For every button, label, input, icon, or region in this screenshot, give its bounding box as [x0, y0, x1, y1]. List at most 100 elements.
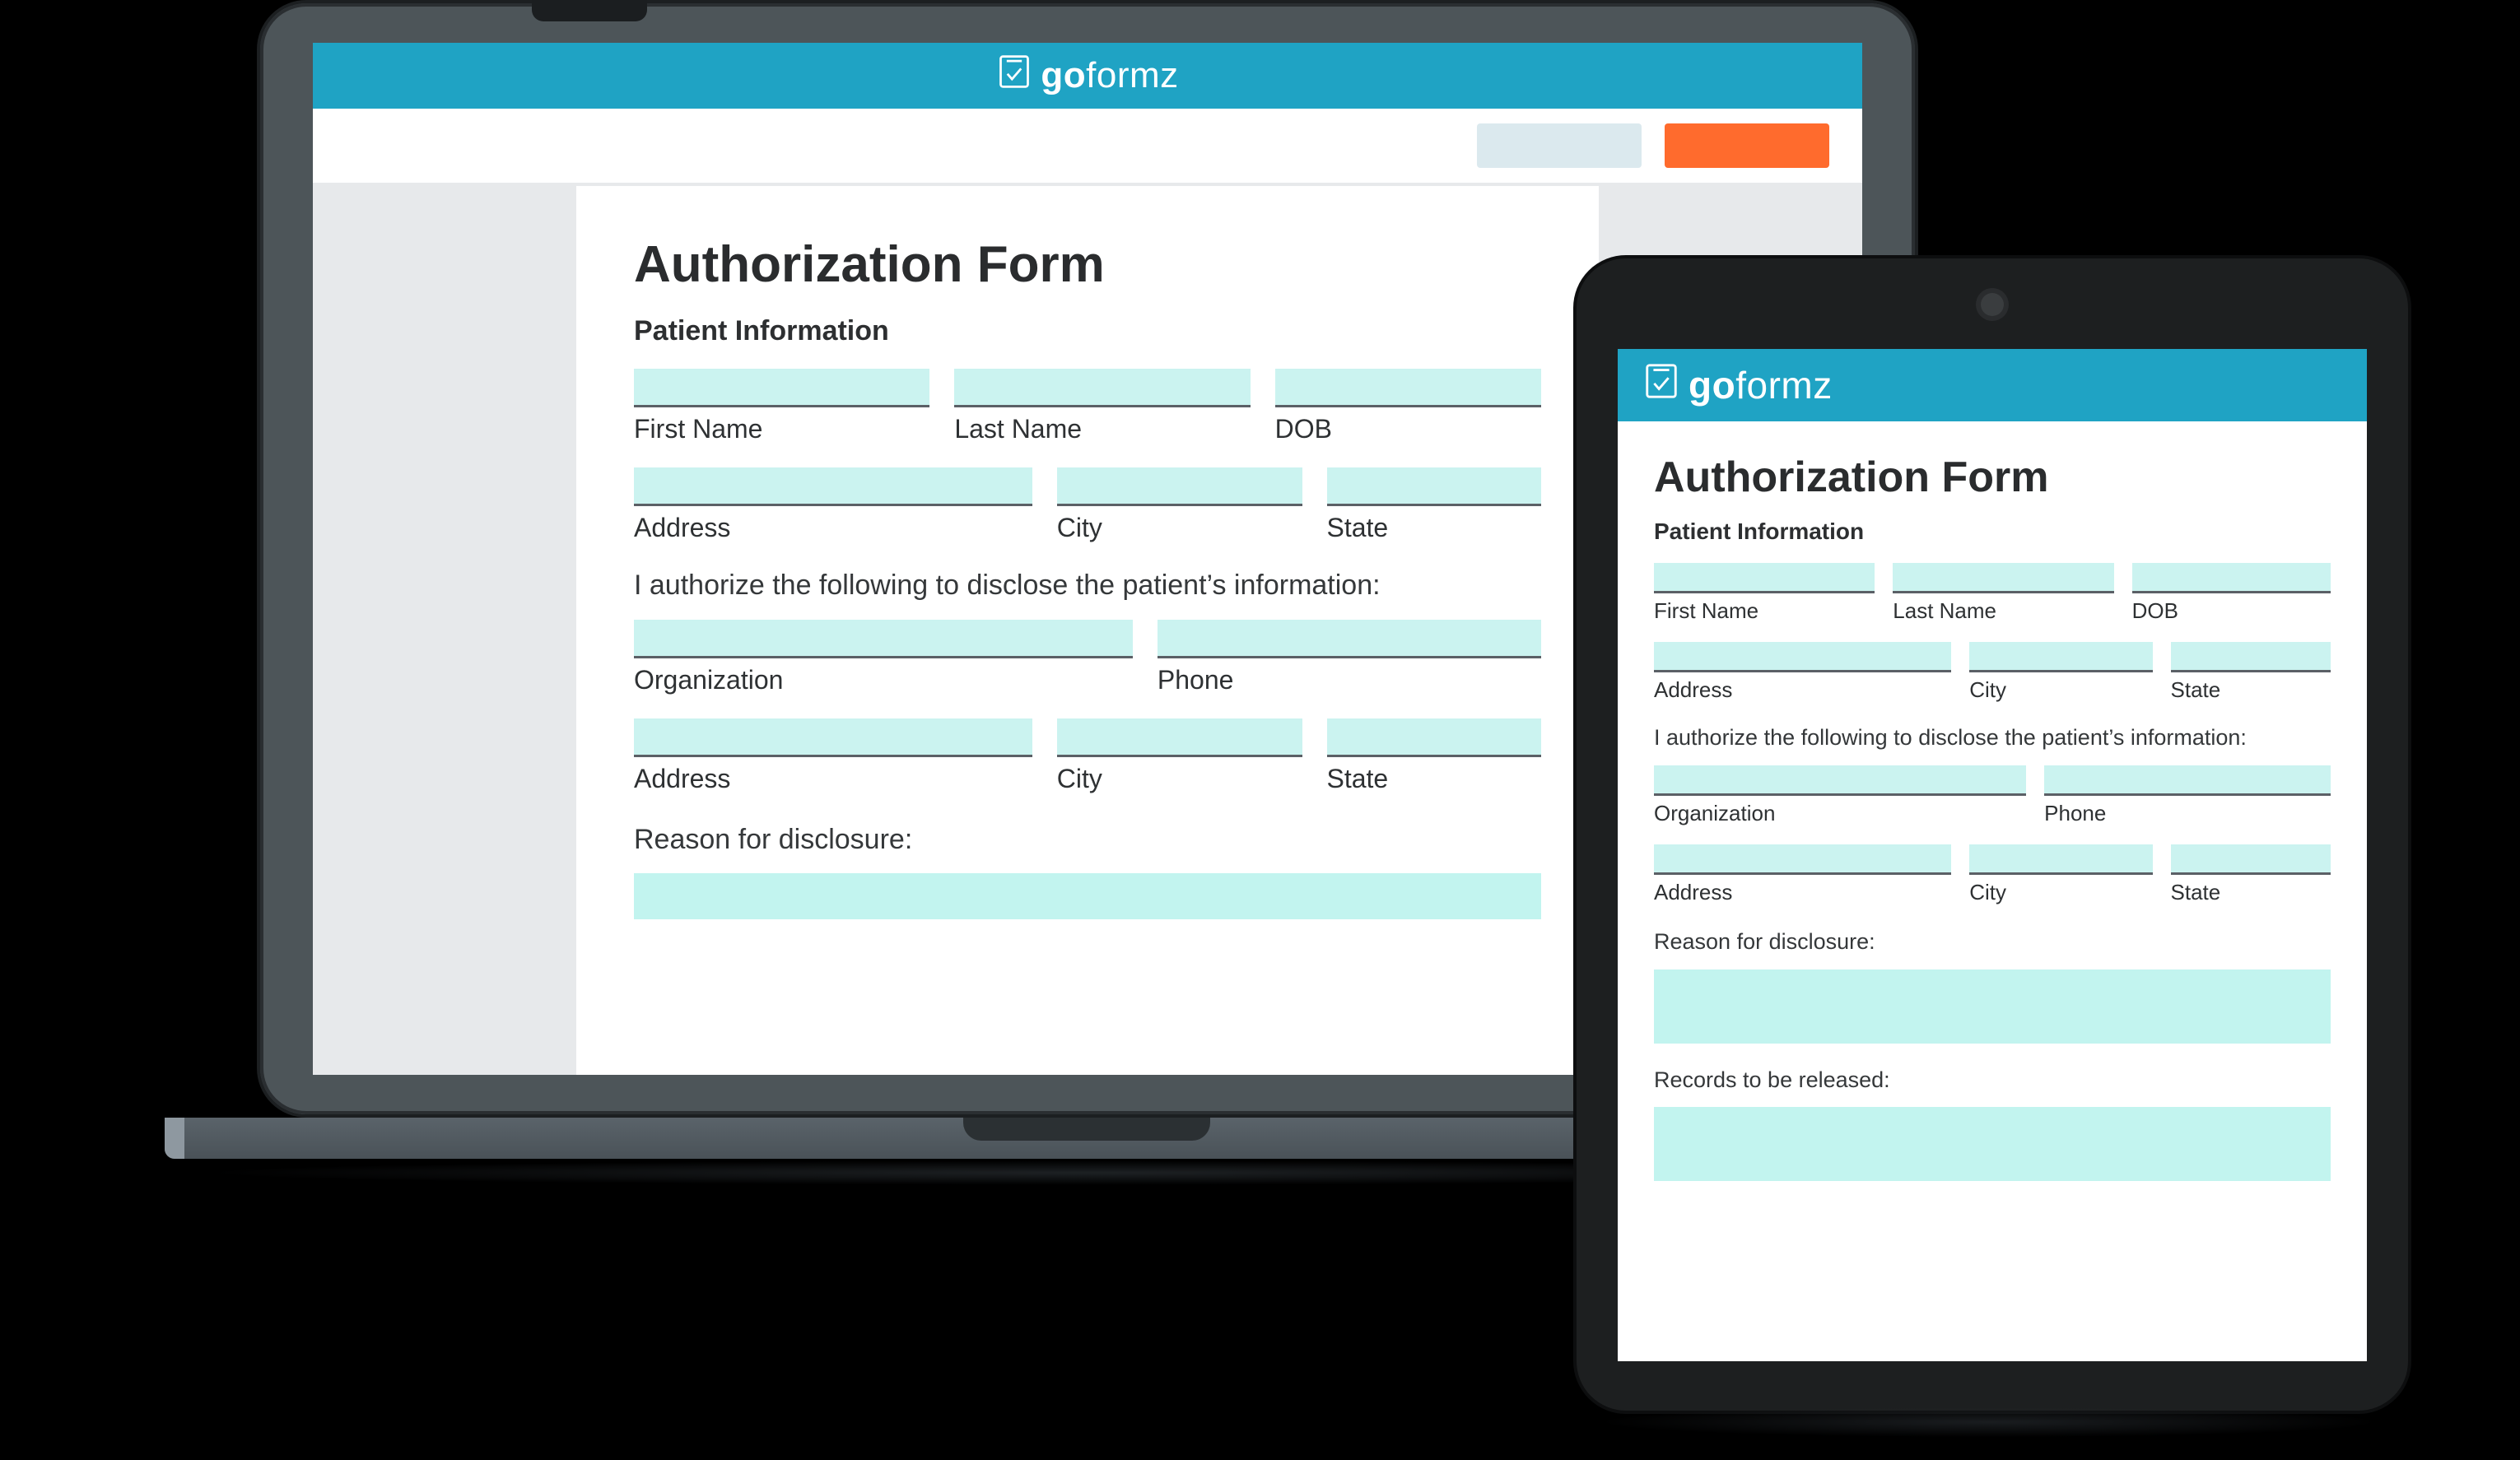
- phone-input[interactable]: [2044, 765, 2331, 796]
- reason-label: Reason for disclosure:: [634, 822, 1541, 858]
- state-2-label: State: [2171, 880, 2331, 905]
- address-label: Address: [634, 513, 1032, 543]
- brand-logo-text: goformz: [1041, 55, 1178, 96]
- address-2-label: Address: [1654, 880, 1951, 905]
- field-city-2: City: [1969, 844, 2152, 905]
- city-2-input[interactable]: [1969, 844, 2152, 875]
- field-address-2: Address: [634, 718, 1032, 794]
- brand-logo-icon: [996, 53, 1032, 99]
- patient-row-2: Address City State: [1654, 642, 2331, 703]
- brand-logo: goformz: [1642, 362, 1833, 409]
- tablet-device: goformz Authorization Form Patient Infor…: [1573, 255, 2405, 1414]
- first-name-input[interactable]: [634, 369, 929, 407]
- app-header: goformz: [313, 43, 1862, 109]
- city-input[interactable]: [1057, 467, 1302, 506]
- form-title: Authorization Form: [1654, 453, 2331, 502]
- dob-label: DOB: [2132, 598, 2331, 624]
- brand-logo-icon: [1642, 362, 1680, 409]
- field-dob: DOB: [1275, 369, 1541, 444]
- brand-logo: goformz: [996, 53, 1178, 99]
- city-input[interactable]: [1969, 642, 2152, 672]
- phone-label: Phone: [2044, 801, 2331, 826]
- last-name-label: Last Name: [1893, 598, 2113, 624]
- records-label: Records to be released:: [1654, 1067, 2331, 1095]
- organization-label: Organization: [634, 665, 1133, 695]
- dob-input[interactable]: [2132, 563, 2331, 593]
- patient-row-2: Address City State: [634, 467, 1541, 543]
- address-input[interactable]: [634, 467, 1032, 506]
- disclose-row-2: Address City State: [1654, 844, 2331, 905]
- dob-label: DOB: [1275, 414, 1541, 444]
- toolbar: [313, 109, 1862, 186]
- field-last-name: Last Name: [954, 369, 1250, 444]
- organization-label: Organization: [1654, 801, 2026, 826]
- organization-input[interactable]: [634, 620, 1133, 658]
- state-input[interactable]: [1327, 467, 1542, 506]
- authorize-paragraph: I authorize the following to disclose th…: [634, 568, 1541, 603]
- state-2-label: State: [1327, 764, 1542, 794]
- reason-label: Reason for disclosure:: [1654, 928, 2331, 956]
- field-last-name: Last Name: [1893, 563, 2113, 624]
- disclose-row-1: Organization Phone: [1654, 765, 2331, 826]
- reason-textarea[interactable]: [1654, 969, 2331, 1044]
- field-organization: Organization: [634, 620, 1133, 695]
- section-patient-label: Patient Information: [1654, 518, 2331, 545]
- field-address-2: Address: [1654, 844, 1951, 905]
- laptop-camera-notch: [532, 0, 647, 21]
- phone-input[interactable]: [1158, 620, 1541, 658]
- city-2-label: City: [1057, 764, 1302, 794]
- patient-row-1: First Name Last Name DOB: [1654, 563, 2331, 624]
- tablet-camera: [1981, 293, 2004, 316]
- address-label: Address: [1654, 677, 1951, 703]
- records-textarea[interactable]: [1654, 1107, 2331, 1181]
- state-input[interactable]: [2171, 642, 2331, 672]
- toolbar-button-primary[interactable]: [1665, 123, 1829, 168]
- state-2-input[interactable]: [2171, 844, 2331, 875]
- toolbar-button-secondary[interactable]: [1477, 123, 1642, 168]
- field-city: City: [1057, 467, 1302, 543]
- first-name-label: First Name: [1654, 598, 1875, 624]
- city-2-input[interactable]: [1057, 718, 1302, 757]
- section-patient-label: Patient Information: [634, 315, 1541, 347]
- authorize-paragraph: I authorize the following to disclose th…: [1654, 724, 2331, 752]
- disclose-row-2: Address City State: [634, 718, 1541, 794]
- laptop-trackpad-notch: [963, 1118, 1210, 1141]
- form-paper: Authorization Form Patient Information F…: [576, 186, 1599, 1075]
- first-name-label: First Name: [634, 414, 929, 444]
- field-state: State: [1327, 467, 1542, 543]
- reason-textarea[interactable]: [634, 873, 1541, 919]
- tablet-body: goformz Authorization Form Patient Infor…: [1573, 255, 2411, 1414]
- field-address: Address: [1654, 642, 1951, 703]
- form-title: Authorization Form: [634, 235, 1541, 294]
- field-state-2: State: [2171, 844, 2331, 905]
- city-label: City: [1969, 677, 2152, 703]
- organization-input[interactable]: [1654, 765, 2026, 796]
- field-first-name: First Name: [634, 369, 929, 444]
- tablet-form-paper: Authorization Form Patient Information F…: [1618, 421, 2367, 1181]
- field-phone: Phone: [1158, 620, 1541, 695]
- field-address: Address: [634, 467, 1032, 543]
- field-phone: Phone: [2044, 765, 2331, 826]
- first-name-input[interactable]: [1654, 563, 1875, 593]
- brand-logo-text: goformz: [1689, 363, 1833, 407]
- state-2-input[interactable]: [1327, 718, 1542, 757]
- patient-row-1: First Name Last Name DOB: [634, 369, 1541, 444]
- last-name-input[interactable]: [1893, 563, 2113, 593]
- address-input[interactable]: [1654, 642, 1951, 672]
- field-first-name: First Name: [1654, 563, 1875, 624]
- last-name-input[interactable]: [954, 369, 1250, 407]
- field-dob: DOB: [2132, 563, 2331, 624]
- state-label: State: [2171, 677, 2331, 703]
- field-city-2: City: [1057, 718, 1302, 794]
- state-label: State: [1327, 513, 1542, 543]
- last-name-label: Last Name: [954, 414, 1250, 444]
- city-label: City: [1057, 513, 1302, 543]
- city-2-label: City: [1969, 880, 2152, 905]
- field-city: City: [1969, 642, 2152, 703]
- address-2-input[interactable]: [634, 718, 1032, 757]
- address-2-input[interactable]: [1654, 844, 1951, 875]
- phone-label: Phone: [1158, 665, 1541, 695]
- dob-input[interactable]: [1275, 369, 1541, 407]
- disclose-row-1: Organization Phone: [634, 620, 1541, 695]
- field-organization: Organization: [1654, 765, 2026, 826]
